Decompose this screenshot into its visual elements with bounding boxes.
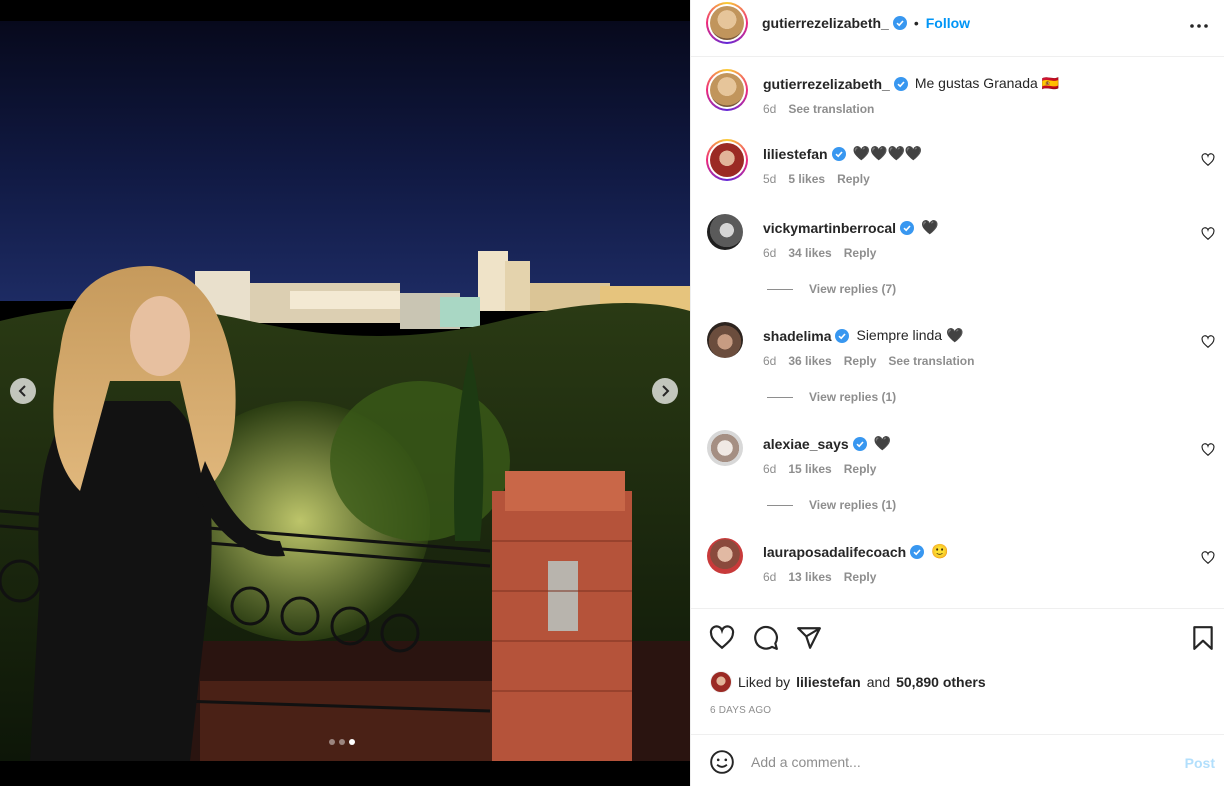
comment-text: 🙂 (931, 543, 949, 559)
commenter-avatar[interactable] (707, 322, 743, 358)
replies-divider (767, 396, 793, 398)
like-comment-heart-icon[interactable] (1201, 227, 1215, 241)
commenter-avatar[interactable] (706, 139, 748, 181)
view-replies-button[interactable]: View replies (7) (767, 282, 896, 296)
replies-divider (767, 504, 793, 506)
view-replies-label: View replies (1) (809, 390, 897, 404)
reply-button[interactable]: Reply (844, 570, 877, 584)
comment-likes[interactable]: 34 likes (788, 246, 831, 260)
previous-slide-button[interactable] (10, 378, 36, 404)
carousel-dot-active (349, 739, 355, 745)
commenter-avatar[interactable] (707, 430, 743, 466)
comment-likes[interactable]: 5 likes (788, 172, 825, 186)
comment-text: 🖤🖤🖤🖤 (852, 145, 923, 161)
liked-by-avatar[interactable] (710, 671, 732, 693)
chevron-right-icon (662, 385, 670, 397)
author-avatar[interactable] (706, 2, 748, 44)
like-comment-heart-icon[interactable] (1201, 335, 1215, 349)
comment-age: 6d (763, 462, 777, 476)
chevron-left-icon (18, 385, 26, 397)
liked-by-prefix: Liked by (738, 674, 791, 690)
replies-divider (767, 288, 793, 290)
like-comment-heart-icon[interactable] (1201, 153, 1215, 167)
view-replies-label: View replies (7) (809, 282, 897, 296)
carousel-dot (329, 739, 335, 745)
comment-composer: Post (691, 734, 1224, 786)
liked-by-user[interactable]: liliestefan (796, 674, 861, 690)
verified-badge-icon (892, 16, 907, 30)
like-heart-icon[interactable] (709, 625, 735, 651)
view-replies-button[interactable]: View replies (1) (767, 498, 896, 512)
verified-badge-icon (893, 76, 908, 91)
likes-summary: Liked by liliestefan and 50,890 others (710, 671, 986, 693)
verified-badge-icon (852, 436, 867, 451)
liked-by-others[interactable]: 50,890 others (896, 674, 986, 690)
next-slide-button[interactable] (652, 378, 678, 404)
carousel-indicator (329, 739, 355, 745)
comments-list[interactable]: gutierrezelizabeth_ Me gustas Granada 🇪🇸… (691, 58, 1224, 608)
follow-button[interactable]: Follow (926, 15, 970, 31)
post-viewer: gutierrezelizabeth_ • Follow gutierrezel… (0, 0, 1224, 786)
commenter-avatar[interactable] (707, 538, 743, 574)
view-replies-label: View replies (1) (809, 498, 897, 512)
reply-button[interactable]: Reply (844, 246, 877, 260)
share-send-icon[interactable] (796, 625, 822, 651)
caption-username[interactable]: gutierrezelizabeth_ (763, 76, 890, 92)
verified-badge-icon (835, 328, 850, 343)
comment-age: 6d (763, 570, 777, 584)
comment-username[interactable]: alexiae_says (763, 436, 849, 452)
post-photo (0, 21, 690, 761)
media-panel (0, 0, 690, 786)
comment-age: 6d (763, 354, 777, 368)
comment-text: 🖤 (873, 435, 892, 451)
comment-username[interactable]: lauraposadalifecoach (763, 544, 906, 560)
add-comment-input[interactable] (751, 749, 1151, 775)
see-translation-link[interactable]: See translation (888, 354, 974, 368)
emoji-smiley-icon[interactable] (709, 749, 735, 775)
reply-button[interactable]: Reply (837, 172, 870, 186)
verified-badge-icon (900, 220, 915, 235)
post-actions: Liked by liliestefan and 50,890 others 6… (691, 608, 1224, 734)
bookmark-save-icon[interactable] (1190, 625, 1216, 651)
comment-bubble-icon[interactable] (753, 625, 779, 651)
comment-username[interactable]: vickymartinberrocal (763, 220, 896, 236)
verified-badge-icon (910, 544, 925, 559)
carousel-dot (339, 739, 345, 745)
post-header: gutierrezelizabeth_ • Follow (691, 0, 1224, 57)
see-translation-link[interactable]: See translation (788, 102, 874, 116)
comment-likes[interactable]: 36 likes (788, 354, 831, 368)
comment-age: 6d (763, 246, 777, 260)
post-details-panel: gutierrezelizabeth_ • Follow gutierrezel… (690, 0, 1224, 786)
view-replies-button[interactable]: View replies (1) (767, 390, 896, 404)
comment-text: Siempre linda 🖤 (856, 327, 964, 343)
like-comment-heart-icon[interactable] (1201, 551, 1215, 565)
reply-button[interactable]: Reply (844, 354, 877, 368)
more-options-button[interactable] (1187, 14, 1211, 38)
caption-text: Me gustas Granada 🇪🇸 (914, 75, 1060, 91)
more-horizontal-icon (1190, 24, 1208, 28)
author-avatar[interactable] (706, 69, 748, 111)
like-comment-heart-icon[interactable] (1201, 443, 1215, 457)
separator-dot: • (913, 15, 919, 31)
post-timestamp: 6 DAYS AGO (710, 705, 772, 716)
comment-likes[interactable]: 13 likes (788, 570, 831, 584)
comment-likes[interactable]: 15 likes (788, 462, 831, 476)
verified-badge-icon (831, 146, 846, 161)
comment-username[interactable]: liliestefan (763, 146, 828, 162)
commenter-avatar[interactable] (707, 214, 743, 250)
comment-age: 5d (763, 172, 777, 186)
liked-by-and: and (866, 674, 891, 690)
comment-text: 🖤 (921, 219, 939, 235)
comment-username[interactable]: shadelima (763, 328, 831, 344)
author-username[interactable]: gutierrezelizabeth_ (762, 15, 889, 31)
post-comment-button[interactable]: Post (1185, 755, 1215, 771)
reply-button[interactable]: Reply (844, 462, 877, 476)
caption-age: 6d (763, 102, 777, 116)
